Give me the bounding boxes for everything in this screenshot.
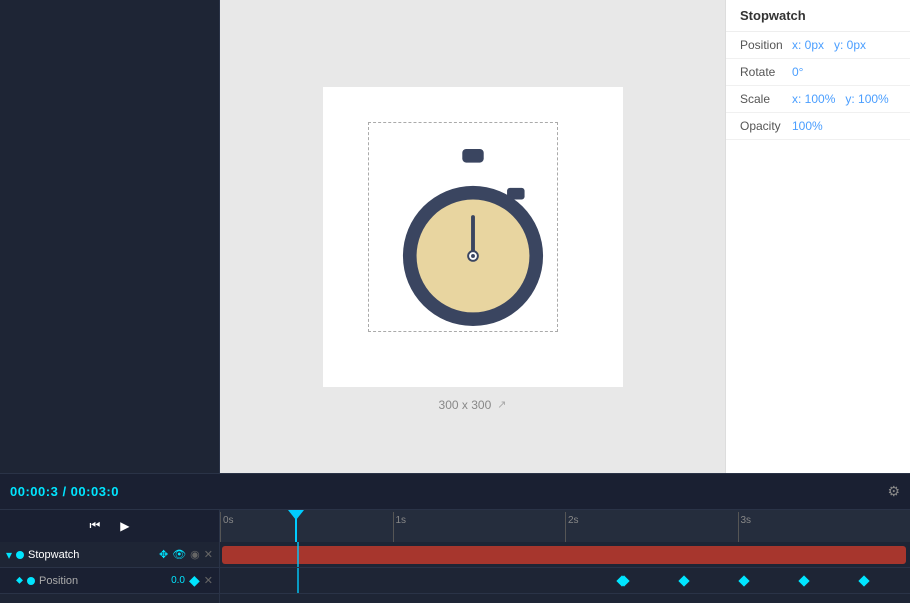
resize-icon[interactable]: ↗: [497, 398, 506, 411]
rotate-row: Rotate 0°: [726, 59, 910, 86]
keyframe-diamond-3[interactable]: [738, 575, 749, 586]
canvas-container: [323, 87, 623, 387]
position-label: Position: [740, 38, 792, 52]
track-timeline: [220, 542, 910, 603]
keyframe-diamond-4[interactable]: [798, 575, 809, 586]
stopwatch-track-bar[interactable]: [222, 546, 906, 564]
canvas-area: 300 x 300 ↗: [220, 0, 725, 473]
keyframe-diamond-5[interactable]: [858, 575, 869, 586]
position-keyframe-row: [220, 568, 910, 594]
track-name: Stopwatch: [28, 549, 155, 561]
rotate-label: Rotate: [740, 65, 792, 79]
sub-track-name: Position: [39, 575, 167, 587]
track-expand-icon[interactable]: ▾: [6, 548, 12, 562]
position-y[interactable]: y: 0px: [834, 38, 866, 52]
ruler-0s: 0s: [223, 515, 234, 526]
sub-dot: [27, 577, 35, 585]
app: 300 x 300 ↗ Stopwatch Position x: 0px y:…: [0, 0, 910, 603]
canvas-size-label: 300 x 300 ↗: [439, 398, 507, 412]
position-playhead: [297, 568, 299, 593]
track-rows: ▾ Stopwatch ✥ 👁 ◉ ✕ ⬥ Position 0.0 ◆ ✕: [0, 542, 910, 603]
opacity-value[interactable]: 100%: [792, 119, 823, 133]
position-track-row: ⬥ Position 0.0 ◆ ✕: [0, 568, 219, 594]
scale-row: Scale x: 100% y: 100%: [726, 86, 910, 113]
settings-icon[interactable]: ⚙: [887, 483, 900, 500]
stopwatch-track-row: ▾ Stopwatch ✥ 👁 ◉ ✕: [0, 542, 219, 568]
scale-x[interactable]: x: 100%: [792, 92, 835, 106]
ruler-3s: 3s: [741, 515, 752, 526]
rewind-button[interactable]: ⏮: [89, 518, 100, 533]
right-panel-title: Stopwatch: [726, 0, 910, 32]
track-playhead: [297, 542, 299, 567]
timeline-ruler[interactable]: 0s 1s 2s 3s: [220, 510, 910, 542]
opacity-row: Opacity 100%: [726, 113, 910, 140]
track-sidebar: ▾ Stopwatch ✥ 👁 ◉ ✕ ⬥ Position 0.0 ◆ ✕: [0, 542, 220, 603]
time-controls-bar: 00:00:3 / 00:03:0 ⚙: [0, 474, 910, 510]
right-panel: Stopwatch Position x: 0px y: 0px Rotate …: [725, 0, 910, 473]
keyframe-diamond-2[interactable]: [678, 575, 689, 586]
position-row: Position x: 0px y: 0px: [726, 32, 910, 59]
keyframe-value: 0.0: [171, 575, 185, 586]
play-button[interactable]: ▶: [120, 519, 129, 533]
close-sub-track-icon[interactable]: ✕: [204, 574, 213, 587]
add-keyframe-button[interactable]: ◆: [189, 572, 200, 589]
playback-controls: ⏮ ▶ 0s 1s 2s: [0, 510, 910, 542]
rotate-value[interactable]: 0°: [792, 65, 803, 79]
track-dot: [16, 551, 24, 559]
position-x[interactable]: x: 0px: [792, 38, 824, 52]
total-time: 00:03:0: [71, 484, 119, 499]
scale-label: Scale: [740, 92, 792, 106]
move-icon[interactable]: ✥: [159, 548, 168, 561]
playhead[interactable]: [295, 510, 297, 542]
sidebar: [0, 0, 220, 473]
visibility-icon[interactable]: 👁: [172, 548, 186, 561]
main-area: 300 x 300 ↗ Stopwatch Position x: 0px y:…: [0, 0, 910, 473]
scale-y[interactable]: y: 100%: [845, 92, 888, 106]
sidebar-playback: ⏮ ▶: [0, 510, 220, 542]
bottom-area: 00:00:3 / 00:03:0 ⚙ ⏮ ▶ 0s: [0, 473, 910, 603]
current-time: 00:00:3: [10, 484, 58, 499]
time-sep: /: [62, 484, 70, 499]
ruler-2s: 2s: [568, 515, 579, 526]
time-display: 00:00:3 / 00:03:0: [0, 484, 129, 499]
opacity-label: Opacity: [740, 119, 792, 133]
ruler-1s: 1s: [396, 515, 407, 526]
sub-track-icon: ⬥: [16, 575, 23, 586]
canvas-size-text: 300 x 300: [439, 398, 492, 412]
lock-icon[interactable]: ◉: [190, 548, 200, 561]
close-track-icon[interactable]: ✕: [204, 548, 213, 561]
stopwatch-graphic: [388, 147, 558, 327]
stopwatch-track-bar-row: [220, 542, 910, 568]
